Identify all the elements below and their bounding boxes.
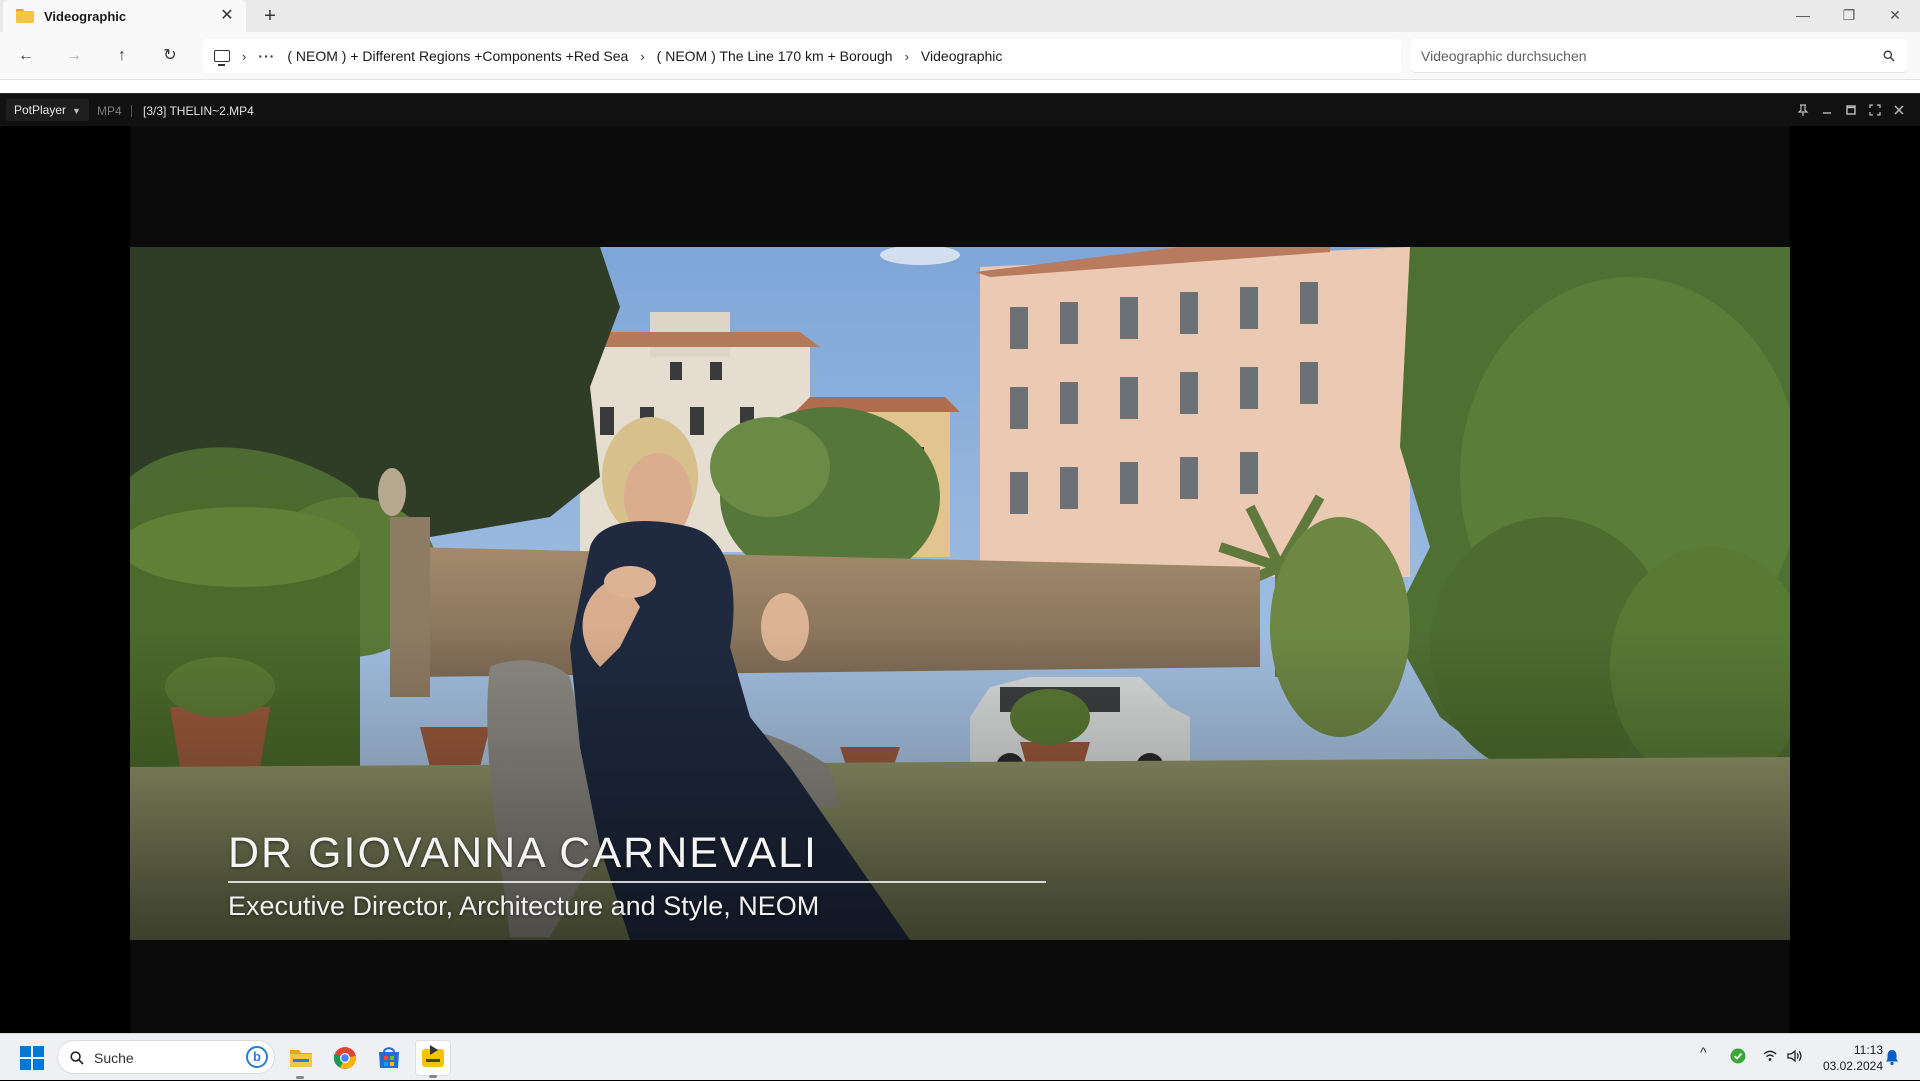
taskbar-search-box[interactable]: Suche b <box>57 1040 275 1074</box>
breadcrumb-overflow-button[interactable]: ··· <box>258 48 275 64</box>
running-indicator <box>296 1076 304 1079</box>
breadcrumb-item-current[interactable]: Videographic <box>921 48 1002 64</box>
file-explorer-icon <box>290 1050 312 1067</box>
breadcrumb-chevron-icon[interactable]: › <box>640 49 644 64</box>
defender-shield-icon[interactable] <box>1730 1048 1746 1064</box>
breadcrumb[interactable]: › ··· ( NEOM ) + Different Regions +Comp… <box>203 39 1401 73</box>
explorer-address-bar: ← → ↑ ↻ › ··· ( NEOM ) + Different Regio… <box>0 32 1920 80</box>
clock-time: 11:13 <box>1853 1043 1883 1057</box>
system-clock[interactable]: 11:13 03.02.2024 <box>1813 1042 1883 1074</box>
new-tab-button[interactable]: + <box>260 6 280 26</box>
search-icon[interactable] <box>1883 50 1895 62</box>
breadcrumb-item[interactable]: ( NEOM ) The Line 170 km + Borough <box>657 48 893 64</box>
chrome-icon <box>333 1047 357 1069</box>
potplayer-window: PotPlayer ▼ MP4 [3/3] THELIN~2.MP4 DR GI… <box>0 93 1920 1033</box>
up-button[interactable]: ↑ <box>110 44 134 68</box>
chevron-down-icon: ▼ <box>72 106 81 116</box>
tray-overflow-chevron-icon[interactable]: ^ <box>1700 1044 1707 1060</box>
explorer-tab-bar: Videographic ✕ + — ❐ ✕ <box>0 0 1920 32</box>
potplayer-icon <box>422 1045 444 1067</box>
store-icon <box>379 1047 399 1068</box>
bing-icon[interactable]: b <box>246 1046 268 1068</box>
breadcrumb-chevron-icon[interactable]: › <box>242 49 246 64</box>
wifi-icon[interactable] <box>1762 1048 1778 1064</box>
taskbar-store[interactable] <box>371 1040 407 1076</box>
close-icon[interactable] <box>1891 102 1907 118</box>
forward-button[interactable]: → <box>62 44 86 68</box>
lower-third-name: DR GIOVANNA CARNEVALI <box>228 829 818 877</box>
tab-title: Videographic <box>44 8 127 24</box>
window-close-button[interactable]: ✕ <box>1872 0 1918 30</box>
minimize-icon[interactable] <box>1819 102 1835 118</box>
running-indicator <box>429 1075 437 1078</box>
lower-third-role: Executive Director, Architecture and Sty… <box>228 891 820 921</box>
maximize-icon[interactable] <box>1843 102 1859 118</box>
folder-search-input[interactable]: Videographic durchsuchen <box>1411 39 1907 73</box>
search-icon <box>70 1051 84 1065</box>
notification-bell-icon[interactable] <box>1884 1048 1900 1066</box>
taskbar-file-explorer[interactable] <box>283 1040 319 1079</box>
playing-file-name: [3/3] THELIN~2.MP4 <box>143 104 254 118</box>
clock-date: 03.02.2024 <box>1822 1059 1883 1073</box>
title-divider <box>131 105 132 117</box>
explorer-content-strip <box>0 80 1920 93</box>
taskbar-search-label: Suche <box>94 1050 134 1066</box>
explorer-tab[interactable]: Videographic ✕ <box>3 0 246 32</box>
taskbar-potplayer[interactable] <box>415 1040 451 1078</box>
windows-start-icon[interactable] <box>20 1046 44 1070</box>
file-format-label: MP4 <box>97 104 122 118</box>
potplayer-menu-button[interactable]: PotPlayer ▼ <box>6 99 89 121</box>
potplayer-title-bar[interactable]: PotPlayer ▼ MP4 [3/3] THELIN~2.MP4 <box>0 93 1920 126</box>
video-area[interactable]: DR GIOVANNA CARNEVALI Executive Director… <box>0 126 1920 1033</box>
video-frame-image[interactable]: DR GIOVANNA CARNEVALI Executive Director… <box>130 247 1790 940</box>
refresh-button[interactable]: ↻ <box>158 44 182 68</box>
breadcrumb-item[interactable]: ( NEOM ) + Different Regions +Components… <box>287 48 628 64</box>
taskbar-chrome[interactable] <box>327 1040 363 1076</box>
tab-close-icon[interactable]: ✕ <box>218 7 236 25</box>
lower-third-rule <box>228 881 1046 883</box>
fullscreen-icon[interactable] <box>1867 102 1883 118</box>
taskbar: Suche b ^ 11:13 03.02.2024 <box>0 1033 1920 1080</box>
back-button[interactable]: ← <box>14 44 38 68</box>
window-restore-button[interactable]: ❐ <box>1826 0 1872 30</box>
breadcrumb-chevron-icon[interactable]: › <box>905 49 909 64</box>
volume-icon[interactable] <box>1786 1048 1804 1064</box>
this-pc-icon[interactable] <box>214 50 230 66</box>
potplayer-brand-label: PotPlayer <box>14 103 67 117</box>
search-placeholder: Videographic durchsuchen <box>1421 48 1587 64</box>
folder-icon <box>16 9 34 23</box>
pin-icon[interactable] <box>1795 102 1811 118</box>
window-minimize-button[interactable]: — <box>1780 0 1826 30</box>
